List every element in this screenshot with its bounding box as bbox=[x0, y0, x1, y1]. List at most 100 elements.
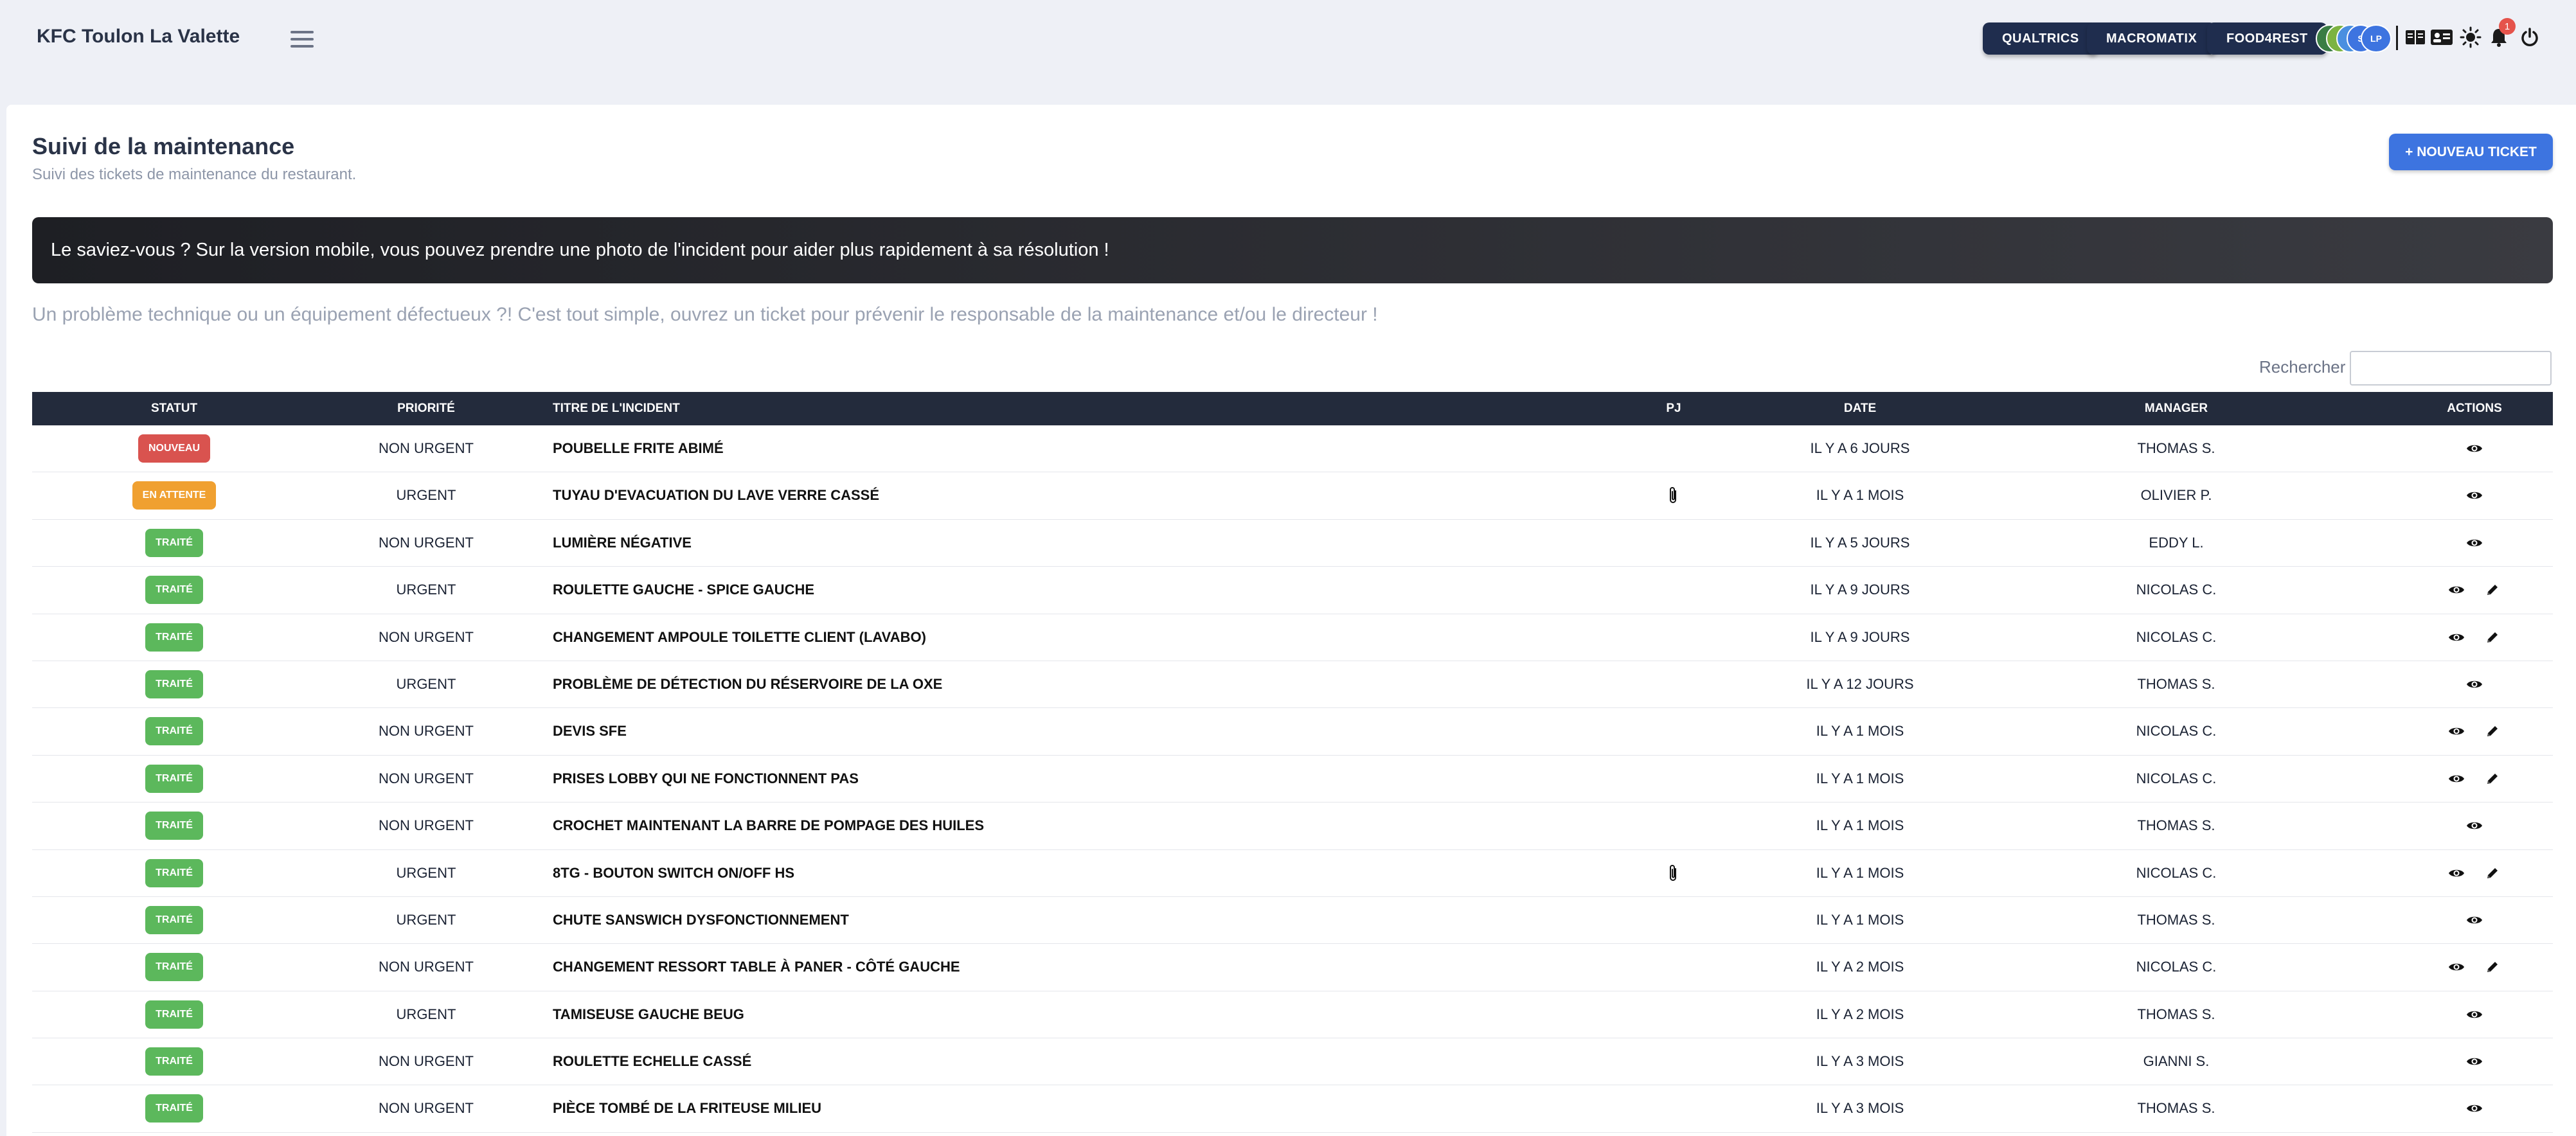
eye-icon[interactable] bbox=[2447, 580, 2466, 599]
table-row[interactable]: NOUVEAU NON URGENT POUBELLE FRITE ABIMÉ IL … bbox=[32, 425, 2553, 473]
eye-icon[interactable] bbox=[2447, 769, 2466, 788]
incident-title[interactable]: ROULETTE GAUCHE - SPICE GAUCHE bbox=[553, 567, 1581, 613]
incident-title[interactable]: 8TG - BOUTON SWITCH ON/OFF HS bbox=[553, 850, 1581, 896]
pj-cell bbox=[1648, 850, 1699, 896]
priority-cell: NON URGENT bbox=[379, 1100, 474, 1117]
actions-cell bbox=[2410, 425, 2539, 472]
pj-cell bbox=[1648, 614, 1699, 661]
table-row[interactable]: TRAITÉ URGENT PROBLÈME DE DÉTECTION DU RÉS… bbox=[32, 661, 2553, 709]
paperclip-icon[interactable] bbox=[1664, 864, 1683, 883]
pencil-icon[interactable] bbox=[2483, 722, 2502, 741]
avatar[interactable]: LP bbox=[2361, 24, 2392, 53]
manager-cell: NICOLAS C. bbox=[2136, 959, 2217, 975]
table-row[interactable]: TRAITÉ URGENT ROULETTE GAUCHE - SPICE GAUC… bbox=[32, 567, 2553, 614]
pj-cell bbox=[1648, 1038, 1699, 1085]
incident-title[interactable]: CHANGEMENT AMPOULE TOILETTE CLIENT (LAVA… bbox=[553, 614, 1581, 661]
manager-cell: NICOLAS C. bbox=[2136, 628, 2217, 645]
pencil-icon[interactable] bbox=[2483, 628, 2502, 647]
table-row[interactable]: TRAITÉ NON URGENT CHANGEMENT RESSORT TABLE… bbox=[32, 944, 2553, 991]
eye-icon[interactable] bbox=[2465, 675, 2484, 694]
incident-title[interactable]: LUMIÈRE NÉGATIVE bbox=[553, 520, 1581, 566]
pencil-icon[interactable] bbox=[2483, 957, 2502, 977]
sun-icon[interactable] bbox=[2459, 26, 2482, 49]
incident-title[interactable]: DEVIS SFE bbox=[553, 708, 1581, 754]
table-row[interactable]: TRAITÉ NON URGENT ROULETTE ECHELLE CASSÉ IL… bbox=[32, 1038, 2553, 1086]
status-badge: TRAITÉ bbox=[145, 812, 203, 840]
qualtrics-button[interactable]: QUALTRICS bbox=[1983, 22, 2098, 55]
avatar-group[interactable]: N S C S LP bbox=[2316, 24, 2395, 53]
priority-cell: NON URGENT bbox=[379, 440, 474, 456]
col-title[interactable]: TITRE DE L'INCIDENT bbox=[553, 392, 938, 425]
priority-cell: URGENT bbox=[396, 1006, 456, 1022]
eye-icon[interactable] bbox=[2465, 816, 2484, 835]
new-ticket-button[interactable]: + NOUVEAU TICKET bbox=[2389, 134, 2553, 170]
table-row[interactable]: TRAITÉ NON URGENT DEVIS SFE IL Y A 1 MOIS NI… bbox=[32, 708, 2553, 756]
date-cell: IL Y A 1 MOIS bbox=[1816, 487, 1904, 504]
table-row[interactable]: TRAITÉ URGENT CHUTE SANSWICH DYSFONCTIONNE… bbox=[32, 897, 2553, 945]
table-row[interactable]: TRAITÉ NON URGENT PIÈCE TOMBÉ DE LA FRITEU… bbox=[32, 1085, 2553, 1133]
col-actions: ACTIONS bbox=[2447, 402, 2502, 415]
table-row[interactable]: TRAITÉ NON URGENT CHANGEMENT AMPOULE TOILE… bbox=[32, 614, 2553, 661]
status-badge: TRAITÉ bbox=[145, 858, 203, 887]
col-manager[interactable]: MANAGER bbox=[2080, 392, 2273, 425]
status-cell: TRAITÉ bbox=[32, 1038, 316, 1085]
search-input[interactable] bbox=[2350, 351, 2552, 386]
eye-icon[interactable] bbox=[2465, 486, 2484, 505]
eye-icon[interactable] bbox=[2465, 1052, 2484, 1071]
col-status[interactable]: STATUT bbox=[32, 392, 316, 425]
pencil-icon[interactable] bbox=[2483, 769, 2502, 788]
date-cell: IL Y A 1 MOIS bbox=[1816, 817, 1904, 834]
status-cell: TRAITÉ bbox=[32, 708, 316, 754]
incident-title[interactable]: TAMISEUSE GAUCHE BEUG bbox=[553, 991, 1581, 1038]
macromatix-button[interactable]: MACROMATIX bbox=[2087, 22, 2217, 55]
priority-cell: URGENT bbox=[396, 675, 456, 692]
table-row[interactable]: TRAITÉ NON URGENT LUMIÈRE NÉGATIVE IL Y A 5… bbox=[32, 520, 2553, 567]
col-priority[interactable]: PRIORITÉ bbox=[316, 392, 536, 425]
eye-icon[interactable] bbox=[2447, 864, 2466, 883]
pencil-icon[interactable] bbox=[2483, 864, 2502, 883]
eye-icon[interactable] bbox=[2465, 533, 2484, 553]
incident-title[interactable]: POUBELLE FRITE ABIMÉ bbox=[553, 425, 1581, 472]
pj-cell bbox=[1648, 472, 1699, 519]
col-date[interactable]: DATE bbox=[1764, 392, 1956, 425]
incident-title[interactable]: CHUTE SANSWICH DYSFONCTIONNEMENT bbox=[553, 897, 1581, 943]
date-cell: IL Y A 2 MOIS bbox=[1816, 959, 1904, 975]
manager-cell: NICOLAS C. bbox=[2136, 864, 2217, 881]
priority-cell: NON URGENT bbox=[379, 534, 474, 551]
priority-cell: NON URGENT bbox=[379, 1053, 474, 1070]
eye-icon[interactable] bbox=[2465, 439, 2484, 458]
incident-title[interactable]: CHANGEMENT RESSORT TABLE À PANER - CÔTÉ … bbox=[553, 944, 1581, 990]
eye-icon[interactable] bbox=[2465, 910, 2484, 930]
eye-icon[interactable] bbox=[2465, 1005, 2484, 1024]
book-icon[interactable] bbox=[2404, 26, 2427, 49]
incident-title[interactable]: PROBLÈME DE DÉTECTION DU RÉSERVOIRE DE L… bbox=[553, 661, 1581, 707]
actions-cell bbox=[2410, 944, 2539, 990]
food4rest-button[interactable]: FOOD4REST bbox=[2207, 22, 2327, 55]
eye-icon[interactable] bbox=[2447, 628, 2466, 647]
table-row[interactable]: TRAITÉ NON URGENT CROCHET MAINTENANT LA BA… bbox=[32, 803, 2553, 850]
eye-icon[interactable] bbox=[2447, 722, 2466, 741]
priority-cell: NON URGENT bbox=[379, 628, 474, 645]
eye-icon[interactable] bbox=[2447, 957, 2466, 977]
date-cell: IL Y A 3 MOIS bbox=[1816, 1100, 1904, 1117]
incident-title[interactable]: PRISES LOBBY QUI NE FONCTIONNENT PAS bbox=[553, 756, 1581, 802]
incident-title[interactable]: ROULETTE ECHELLE CASSÉ bbox=[553, 1038, 1581, 1085]
table-row[interactable]: EN ATTENTE URGENT TUYAU D'EVACUATION DU LA… bbox=[32, 472, 2553, 520]
date-cell: IL Y A 5 JOURS bbox=[1810, 534, 1910, 551]
date-cell: IL Y A 12 JOURS bbox=[1806, 675, 1914, 692]
pencil-icon[interactable] bbox=[2483, 580, 2502, 599]
priority-cell: URGENT bbox=[396, 487, 456, 504]
incident-title[interactable]: CROCHET MAINTENANT LA BARRE DE POMPAGE D… bbox=[553, 803, 1581, 849]
paperclip-icon[interactable] bbox=[1664, 486, 1683, 505]
table-row[interactable]: TRAITÉ NON URGENT PRISES LOBBY QUI NE FONC… bbox=[32, 756, 2553, 803]
menu-icon[interactable] bbox=[291, 31, 314, 49]
eye-icon[interactable] bbox=[2465, 1099, 2484, 1118]
incident-title[interactable]: TUYAU D'EVACUATION DU LAVE VERRE CASSÉ bbox=[553, 472, 1581, 519]
id-card-icon[interactable] bbox=[2430, 26, 2453, 49]
table-row[interactable]: TRAITÉ URGENT 8TG - BOUTON SWITCH ON/OFF H… bbox=[32, 850, 2553, 897]
incident-title[interactable]: PIÈCE TOMBÉ DE LA FRITEUSE MILIEU bbox=[553, 1085, 1581, 1132]
status-badge: TRAITÉ bbox=[145, 623, 203, 652]
power-icon[interactable] bbox=[2518, 26, 2541, 49]
table-row[interactable]: TRAITÉ URGENT TAMISEUSE GAUCHE BEUG IL Y A … bbox=[32, 991, 2553, 1039]
col-pj[interactable]: PJ bbox=[1648, 392, 1699, 425]
